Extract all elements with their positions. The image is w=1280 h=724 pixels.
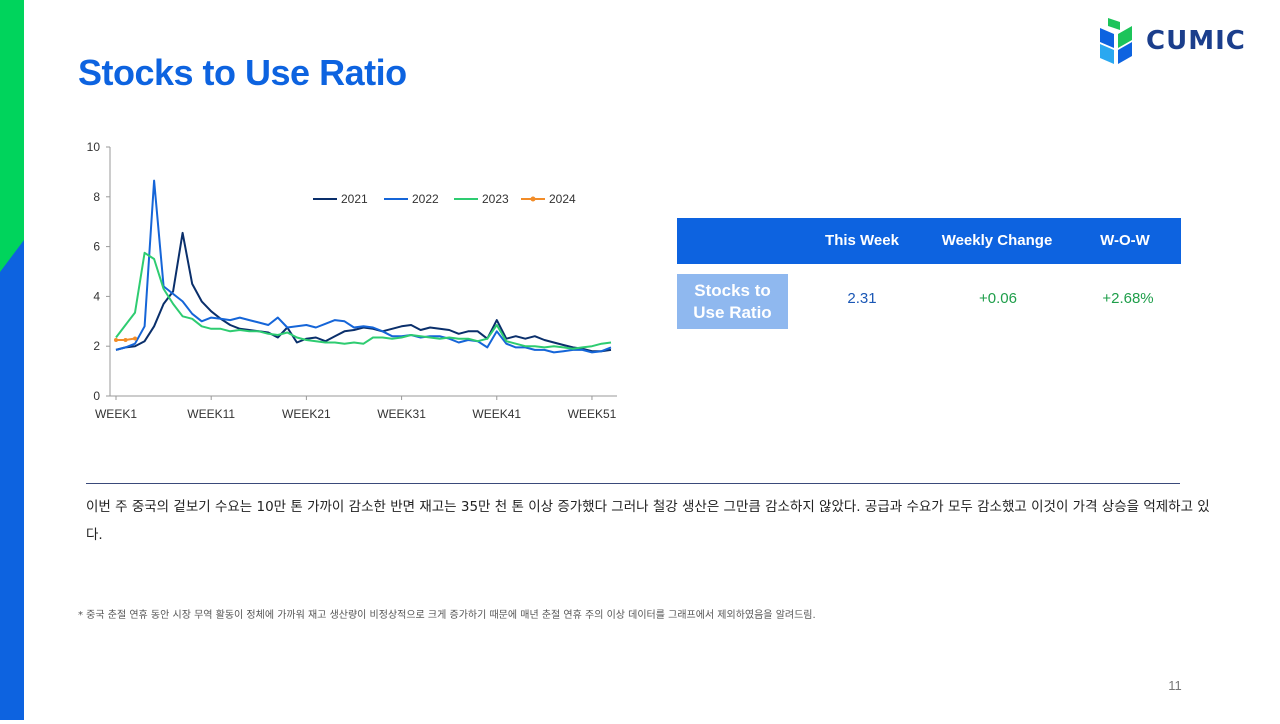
y-tick-label: 2	[93, 339, 100, 353]
x-tick-label: WEEK31	[377, 407, 426, 421]
series-point-2024	[114, 337, 118, 342]
y-tick-label: 4	[93, 289, 100, 303]
logo-icon	[1100, 18, 1132, 64]
series-line-2021	[115, 231, 612, 353]
x-tick-label: WEEK21	[282, 407, 331, 421]
series-point-2024	[133, 336, 138, 341]
footnote: * 중국 춘절 연휴 동안 시장 무역 활동이 정체에 가까워 재고 생산량이 …	[78, 610, 816, 621]
table-row-label: Stocks to Use Ratio	[677, 274, 788, 329]
legend-label-2021: 2021	[341, 192, 368, 206]
chart-legend: 2021 2022 2023 2024	[313, 192, 576, 206]
table-cell-this-week: 2.31	[847, 290, 877, 307]
x-tick-label: WEEK41	[472, 407, 521, 421]
chart-lines	[114, 179, 612, 354]
y-tick-label: 8	[93, 190, 100, 204]
legend-label-2024: 2024	[549, 192, 576, 206]
chart-axes: 0 2 4 6 8 10 WEEK1 WEEK11 WEEK21 WEEK31 WEEK41 WEEK…	[87, 140, 617, 421]
page-number: 11	[1168, 678, 1182, 693]
table-header-this-week: This Week	[825, 232, 899, 249]
table-header-empty	[677, 218, 807, 264]
commentary-text: 이번 주 중국의 겉보기 수요는 10만 톤 가까이 감소한 반면 재고는 35…	[86, 499, 1210, 543]
table-cell-wow: +2.68%	[1102, 290, 1154, 307]
y-tick-label: 10	[87, 140, 101, 154]
stocks-ratio-chart: 0 2 4 6 8 10 WEEK1 WEEK11 WEEK21 WEEK31 WEEK41 WEEK…	[87, 140, 617, 421]
logo-text: CUMIC	[1146, 26, 1246, 56]
x-tick-label: WEEK1	[95, 407, 137, 421]
legend-marker-2024	[530, 196, 536, 202]
logo: CUMIC	[1098, 18, 1246, 64]
series-line-2022	[115, 179, 612, 354]
table-header: This Week Weekly Change W-O-W	[677, 218, 1181, 264]
x-tick-label: WEEK11	[187, 407, 235, 421]
table-cell-weekly-change: +0.06	[979, 290, 1017, 307]
y-tick-label: 0	[93, 389, 100, 403]
series-line-2023	[115, 251, 612, 350]
divider-line	[86, 483, 1180, 484]
y-tick-label: 6	[93, 240, 100, 254]
legend-label-2023: 2023	[482, 192, 509, 206]
table-header-wow: W-O-W	[1100, 232, 1150, 249]
legend-label-2022: 2022	[412, 192, 439, 206]
table-header-weekly-change: Weekly Change	[941, 232, 1053, 249]
x-tick-label: WEEK51	[568, 407, 617, 421]
series-point-2024	[123, 337, 128, 342]
